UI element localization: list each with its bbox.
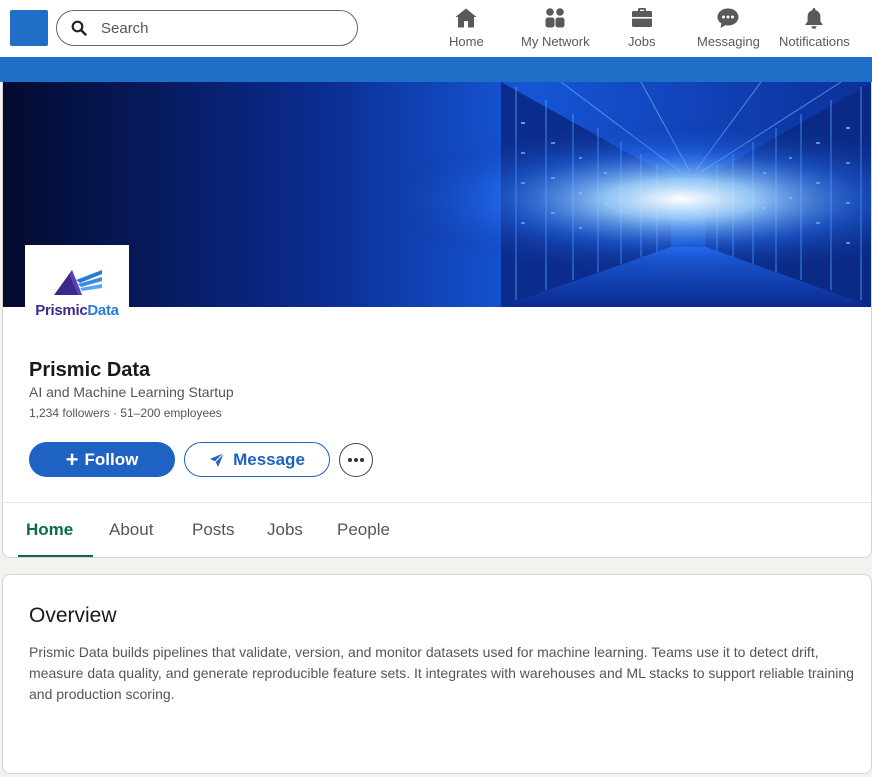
nav-home-label: Home — [449, 34, 484, 49]
nav-messaging-label: Messaging — [697, 34, 760, 49]
tab-jobs[interactable]: Jobs — [265, 502, 305, 557]
nav-my-network[interactable]: My Network — [521, 6, 590, 52]
logo-text-part-2: Data — [87, 302, 119, 319]
overview-body: Prismic Data builds pipelines that valid… — [29, 644, 854, 702]
message-button[interactable]: Message — [184, 442, 330, 477]
tab-home[interactable]: Home — [17, 502, 94, 557]
nav-jobs[interactable]: Jobs — [628, 6, 655, 52]
ellipsis-icon — [348, 458, 364, 462]
follow-button-label: Follow — [84, 449, 139, 469]
company-tagline: AI and Machine Learning Startup — [29, 384, 234, 400]
search-input[interactable] — [101, 19, 331, 37]
nav-jobs-label: Jobs — [628, 34, 656, 49]
prism-logo-icon — [54, 270, 102, 295]
search-bar[interactable] — [56, 10, 358, 46]
company-logo: PrismicData — [25, 245, 129, 325]
brand-logo[interactable] — [10, 10, 48, 46]
cover-banner — [3, 82, 871, 307]
more-options-button[interactable] — [339, 443, 373, 477]
home-icon — [455, 8, 477, 28]
data-center-banner-image — [3, 82, 871, 307]
nav-my-network-label: My Network — [521, 34, 590, 49]
tab-posts[interactable]: Posts — [190, 502, 237, 557]
briefcase-icon — [631, 8, 652, 27]
message-button-label: Message — [233, 449, 305, 469]
nav-messaging[interactable]: Messaging — [697, 6, 760, 52]
logo-text-part-1: Prismic — [35, 302, 88, 319]
top-navbar: Home My Network Jobs Messaging N — [0, 0, 872, 57]
company-name: Prismic Data — [29, 359, 151, 381]
plus-icon: + — [65, 446, 79, 472]
nav-accent-strip — [0, 57, 872, 82]
nav-notifications-label: Notifications — [779, 34, 850, 49]
tab-about[interactable]: About — [107, 502, 155, 557]
chat-bubble-icon — [717, 8, 739, 28]
nav-home[interactable]: Home — [449, 6, 484, 52]
company-meta: 1,234 followers · 51–200 employees — [29, 406, 222, 420]
follow-button[interactable]: + Follow — [29, 442, 175, 477]
overview-card: Overview Prismic Data builds pipelines t… — [2, 574, 872, 774]
send-icon — [210, 452, 225, 467]
tab-people[interactable]: People — [335, 502, 392, 557]
bell-icon — [805, 8, 823, 29]
overview-title: Overview — [29, 604, 117, 627]
network-icon — [545, 8, 565, 28]
company-profile-card: PrismicData Prismic Data AI and Machine … — [2, 82, 872, 558]
search-icon — [71, 20, 87, 36]
company-logo-wordmark: PrismicData — [35, 302, 119, 319]
nav-notifications[interactable]: Notifications — [779, 6, 850, 52]
